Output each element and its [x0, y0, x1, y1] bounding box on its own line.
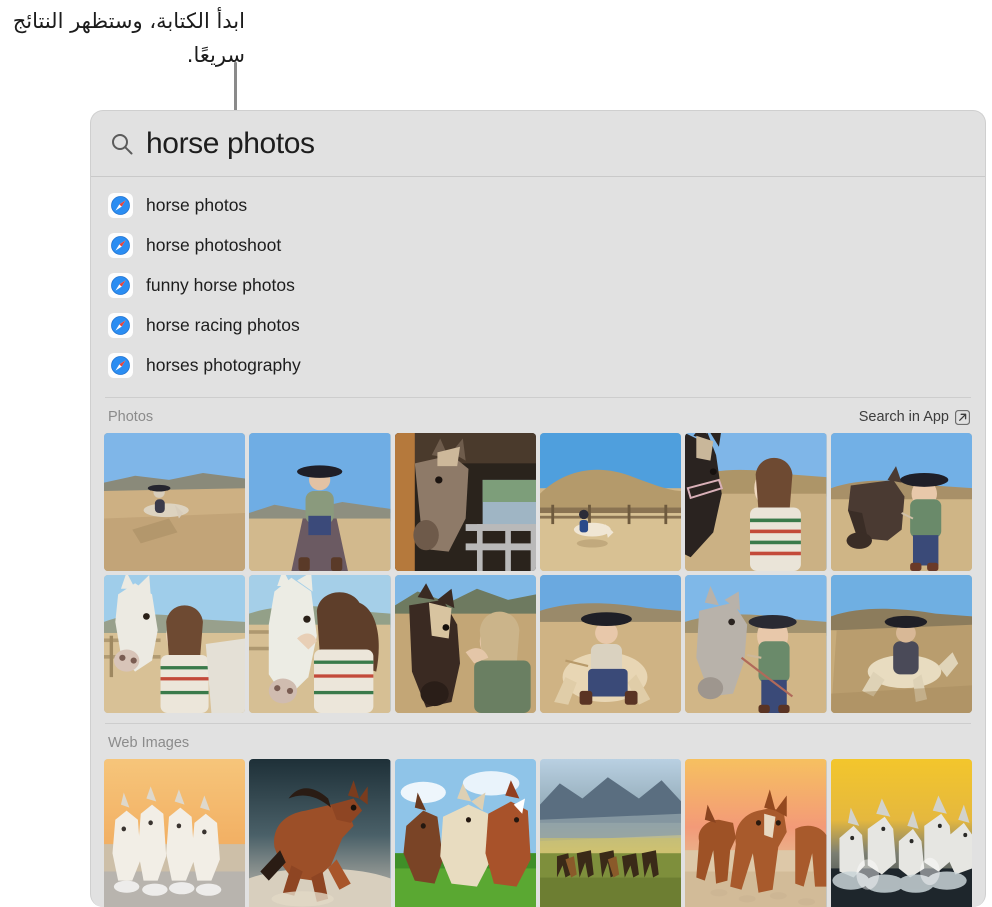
- section-title: Web Images: [108, 735, 190, 751]
- search-icon: [112, 133, 133, 154]
- list-item-label: horse photoshoot: [146, 234, 282, 255]
- safari-compass-icon: [108, 232, 133, 258]
- photo-image: [685, 433, 827, 571]
- safari-compass-icon: [108, 352, 133, 378]
- web-image: [685, 759, 827, 907]
- web-image-thumbnail[interactable]: [104, 759, 246, 907]
- screenshot-root: ابدأ الكتابة، وستظهر النتائج سريعًا. hor…: [0, 0, 992, 907]
- web-image: [539, 759, 682, 907]
- photo-image: [394, 433, 536, 571]
- photo-image: [685, 575, 827, 713]
- web-image-thumbnail[interactable]: [394, 759, 536, 907]
- web-images-section-header: Web Images: [91, 724, 985, 759]
- photo-image: [830, 433, 972, 571]
- photo-thumbnail[interactable]: [539, 575, 682, 713]
- photo-thumbnail[interactable]: [539, 433, 682, 571]
- photo-thumbnail[interactable]: [830, 433, 972, 571]
- photo-image: [394, 575, 536, 713]
- photo-image: [104, 575, 246, 713]
- safari-compass-icon: [108, 272, 133, 298]
- list-item-label: horse photos: [146, 194, 248, 215]
- search-results-panel: horse photos horse photos horse photosho…: [90, 110, 986, 907]
- list-item-label: horses photography: [146, 354, 301, 375]
- web-image: [249, 759, 391, 907]
- web-image: [104, 759, 246, 907]
- safari-compass-icon: [108, 192, 133, 218]
- photo-image: [249, 433, 391, 571]
- photo-thumbnail[interactable]: [830, 575, 972, 713]
- list-item[interactable]: funny horse photos: [91, 265, 985, 305]
- photo-image: [830, 575, 972, 713]
- safari-compass-icon: [108, 312, 133, 338]
- photo-thumbnail[interactable]: [394, 433, 536, 571]
- web-image-thumbnail[interactable]: [539, 759, 682, 907]
- search-input[interactable]: horse photos: [146, 127, 315, 161]
- external-link-icon: [955, 409, 970, 425]
- section-title: Photos: [108, 409, 154, 425]
- web-image-thumbnail[interactable]: [249, 759, 391, 907]
- photo-image: [539, 433, 682, 571]
- callout-text: ابدأ الكتابة، وستظهر النتائج سريعًا.: [12, 9, 245, 67]
- web-image: [830, 759, 972, 907]
- list-item[interactable]: horse racing photos: [91, 305, 985, 345]
- photos-grid-row-2: [91, 575, 985, 713]
- photo-thumbnail[interactable]: [104, 433, 246, 571]
- list-item[interactable]: horse photoshoot: [91, 225, 985, 265]
- list-item[interactable]: horses photography: [91, 345, 985, 385]
- suggestion-list: horse photos horse photoshoot funny hors…: [91, 177, 985, 391]
- web-images-grid: [91, 759, 985, 907]
- photo-image: [539, 575, 682, 713]
- list-item-label: funny horse photos: [146, 274, 295, 295]
- photo-image: [249, 575, 391, 713]
- search-bar[interactable]: horse photos: [91, 111, 985, 176]
- photo-thumbnail[interactable]: [394, 575, 536, 713]
- web-image: [394, 759, 536, 907]
- search-in-app-label: Search in App: [858, 409, 949, 425]
- photo-image: [104, 433, 246, 571]
- photos-grid-row-1: [91, 433, 985, 571]
- photo-thumbnail[interactable]: [685, 433, 827, 571]
- photo-thumbnail[interactable]: [104, 575, 246, 713]
- search-in-app-button[interactable]: Search in App: [859, 409, 970, 425]
- list-item-label: horse racing photos: [146, 314, 300, 335]
- photos-section-header: Photos Search in App: [91, 398, 985, 433]
- list-item[interactable]: horse photos: [91, 185, 985, 225]
- web-image-thumbnail[interactable]: [685, 759, 827, 907]
- web-image-thumbnail[interactable]: [830, 759, 972, 907]
- photo-thumbnail[interactable]: [249, 433, 391, 571]
- photo-thumbnail[interactable]: [685, 575, 827, 713]
- photo-thumbnail[interactable]: [249, 575, 391, 713]
